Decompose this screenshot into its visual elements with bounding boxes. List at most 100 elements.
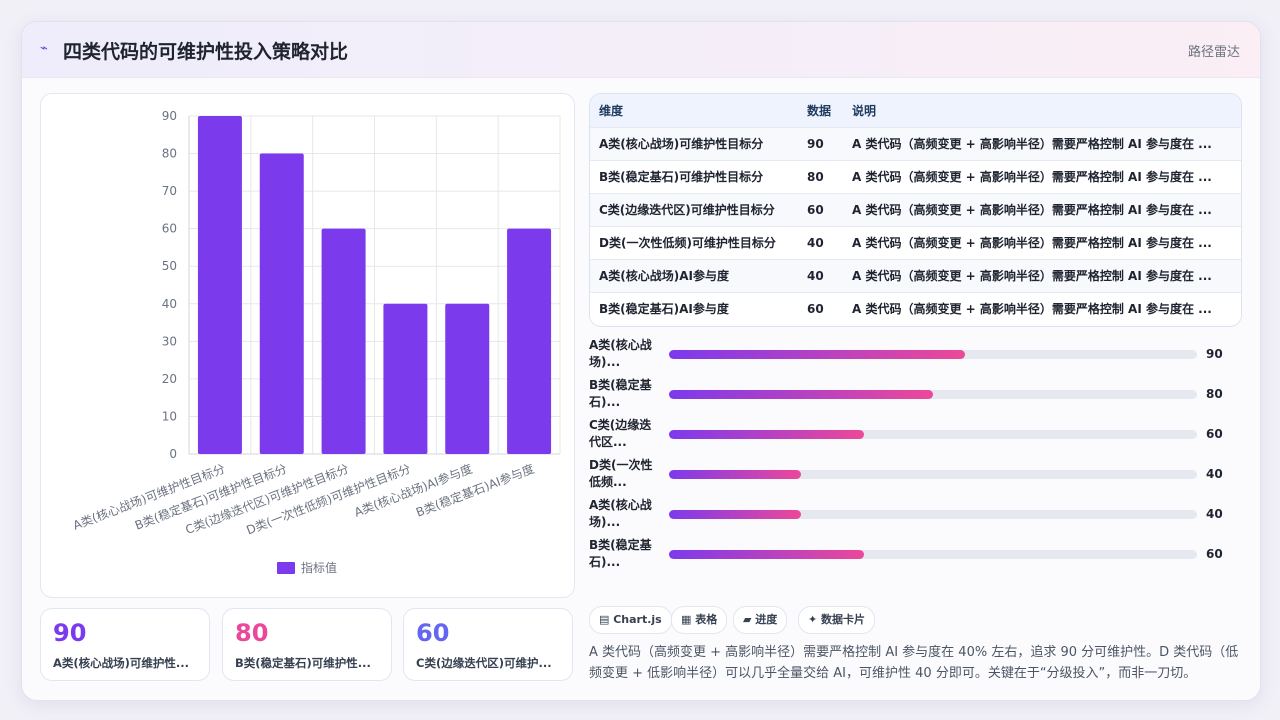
progress-label: D类(一次性低频... [589,458,653,489]
cell-value: 90 [807,136,824,151]
y-tick-label: 90 [162,109,177,123]
stat-label: B类(稳定基石)可维护性... [235,656,371,670]
progress-row: B类(稳定基石)... 80 [589,375,1240,415]
progress-row: A类(核心战场)... 40 [589,495,1240,535]
tag-data-card[interactable]: ✦ 数据卡片 [798,606,876,634]
stat-value: 90 [53,619,87,647]
progress-fill [669,390,933,399]
stat-value: 80 [235,619,269,647]
progress-track [669,510,1197,519]
cell-dimension: C类(边缘迭代区)可维护性目标分 [599,203,775,217]
cell-description: A 类代码（高频变更 + 高影响半径）需要严格控制 AI 参与度在 ... [852,203,1212,217]
bar-chart-panel: 0 10 20 30 40 50 60 70 80 90 A类(核心战场)可维护性目标分 B类(稳定基… [40,93,575,598]
legend-label: 指标值 [301,560,337,575]
dashboard-card: ⌁ 四类代码的可维护性投入策略对比 路径雷达 0 10 20 30 40 50 60 70 80… [21,21,1261,701]
column-header-description: 说明 [852,103,877,118]
cell-value: 60 [807,202,824,217]
progress-track [669,550,1197,559]
table-row: B类(稳定基石)AI参与度 60 A 类代码（高频变更 + 高影响半径）需要严格… [590,292,1241,325]
cell-description: A 类代码（高频变更 + 高影响半径）需要严格控制 AI 参与度在 ... [852,236,1212,250]
table-row: D类(一次性低频)可维护性目标分 40 A 类代码（高频变更 + 高影响半径）需… [590,226,1241,259]
table-row: A类(核心战场)可维护性目标分 90 A 类代码（高频变更 + 高影响半径）需要… [590,127,1241,160]
nav-link-path-radar[interactable]: 路径雷达 [1188,41,1240,60]
cell-dimension: B类(稳定基石)可维护性目标分 [599,170,764,184]
progress-label: B类(稳定基石)... [589,538,652,569]
column-header-dimension: 维度 [599,103,624,118]
progress-row: B类(稳定基石)... 60 [589,535,1240,575]
bar [507,228,552,454]
summary-text: A 类代码（高频变更 + 高影响半径）需要严格控制 AI 参与度在 40% 左右… [589,645,1239,681]
cell-dimension: A类(核心战场)可维护性目标分 [599,137,764,151]
y-tick-label: 0 [169,447,177,461]
legend-swatch [277,562,295,574]
header-bar: ⌁ 四类代码的可维护性投入策略对比 路径雷达 [22,22,1260,78]
progress-track [669,350,1197,359]
table-row: B类(稳定基石)可维护性目标分 80 A 类代码（高频变更 + 高影响半径）需要… [590,160,1241,193]
table-row: A类(核心战场)AI参与度 40 A 类代码（高频变更 + 高影响半径）需要严格… [590,259,1241,292]
tag-progress[interactable]: ▰ 进度 [733,606,788,634]
bar [445,303,490,454]
progress-row: D类(一次性低频... 40 [589,455,1240,495]
y-tick-label: 60 [162,222,177,236]
stat-label: A类(核心战场)可维护性... [53,656,190,670]
cell-description: A 类代码（高频变更 + 高影响半径）需要严格控制 AI 参与度在 ... [852,269,1212,283]
y-tick-label: 10 [162,409,177,423]
progress-fill [669,550,865,559]
progress-track [669,430,1197,439]
progress-label: C类(边缘迭代区... [589,418,652,449]
stat-card-1: 90 A类(核心战场)可维护性... [40,608,210,681]
cell-value: 60 [807,301,824,316]
progress-value: 60 [1206,427,1223,441]
column-header-value: 数据 [807,103,832,118]
cell-value: 80 [807,169,824,184]
stat-value: 60 [416,619,450,647]
page-title: 四类代码的可维护性投入策略对比 [63,41,349,63]
progress-row: C类(边缘迭代区... 60 [589,415,1240,455]
tag-chartjs[interactable]: ▤ Chart.js [589,606,672,634]
progress-value: 40 [1206,467,1223,481]
stat-card-3: 60 C类(边缘迭代区)可维护... [403,608,573,681]
table-row: C类(边缘迭代区)可维护性目标分 60 A 类代码（高频变更 + 高影响半径）需… [590,193,1241,226]
progress-track [669,390,1197,399]
cell-dimension: A类(核心战场)AI参与度 [599,269,730,283]
y-tick-label: 80 [162,147,177,161]
progress-track [669,470,1197,479]
cell-description: A 类代码（高频变更 + 高影响半径）需要严格控制 AI 参与度在 ... [852,302,1212,317]
pulse-icon: ⌁ [40,41,48,56]
bar [197,116,242,454]
progress-value: 40 [1206,507,1223,521]
progress-list: A类(核心战场)... 90 B类(稳定基石)... 80 C类(边缘迭代区..… [589,335,1240,575]
y-tick-label: 30 [162,334,177,348]
progress-label: A类(核心战场)... [589,498,652,529]
progress-value: 80 [1206,387,1223,401]
stat-label: C类(边缘迭代区)可维护... [416,656,552,670]
cell-description: A 类代码（高频变更 + 高影响半径）需要严格控制 AI 参与度在 ... [852,137,1212,151]
progress-value: 90 [1206,347,1223,361]
cell-dimension: B类(稳定基石)AI参与度 [599,302,729,317]
data-table: 维度 数据 说明 A类(核心战场)可维护性目标分 90 A 类代码（高频变更 +… [590,94,1241,325]
bar-chart: 0102030405060708090A类(核心战场)可维护性目标分B类(稳定基… [71,109,561,575]
y-tick-label: 40 [162,297,177,311]
progress-fill [669,470,801,479]
table-header-row: 维度 数据 说明 [590,94,1241,127]
bar [321,228,366,454]
progress-label: B类(稳定基石)... [589,378,652,409]
data-table-panel: 维度 数据 说明 A类(核心战场)可维护性目标分 90 A 类代码（高频变更 +… [589,93,1242,327]
cell-value: 40 [807,235,824,250]
cell-value: 40 [807,268,824,283]
bar [259,153,304,455]
bar [383,303,428,454]
progress-fill [669,430,865,439]
stat-card-2: 80 B类(稳定基石)可维护性... [222,608,392,681]
progress-fill [669,350,965,359]
progress-row: A类(核心战场)... 90 [589,335,1240,375]
y-tick-label: 20 [162,372,177,386]
progress-label: A类(核心战场)... [589,338,652,369]
progress-fill [669,510,801,519]
cell-description: A 类代码（高频变更 + 高影响半径）需要严格控制 AI 参与度在 ... [852,170,1212,184]
y-tick-label: 50 [162,259,177,273]
tag-table[interactable]: ▦ 表格 [671,606,728,634]
progress-value: 60 [1206,547,1223,561]
cell-dimension: D类(一次性低频)可维护性目标分 [599,236,776,250]
y-tick-label: 70 [162,184,177,198]
